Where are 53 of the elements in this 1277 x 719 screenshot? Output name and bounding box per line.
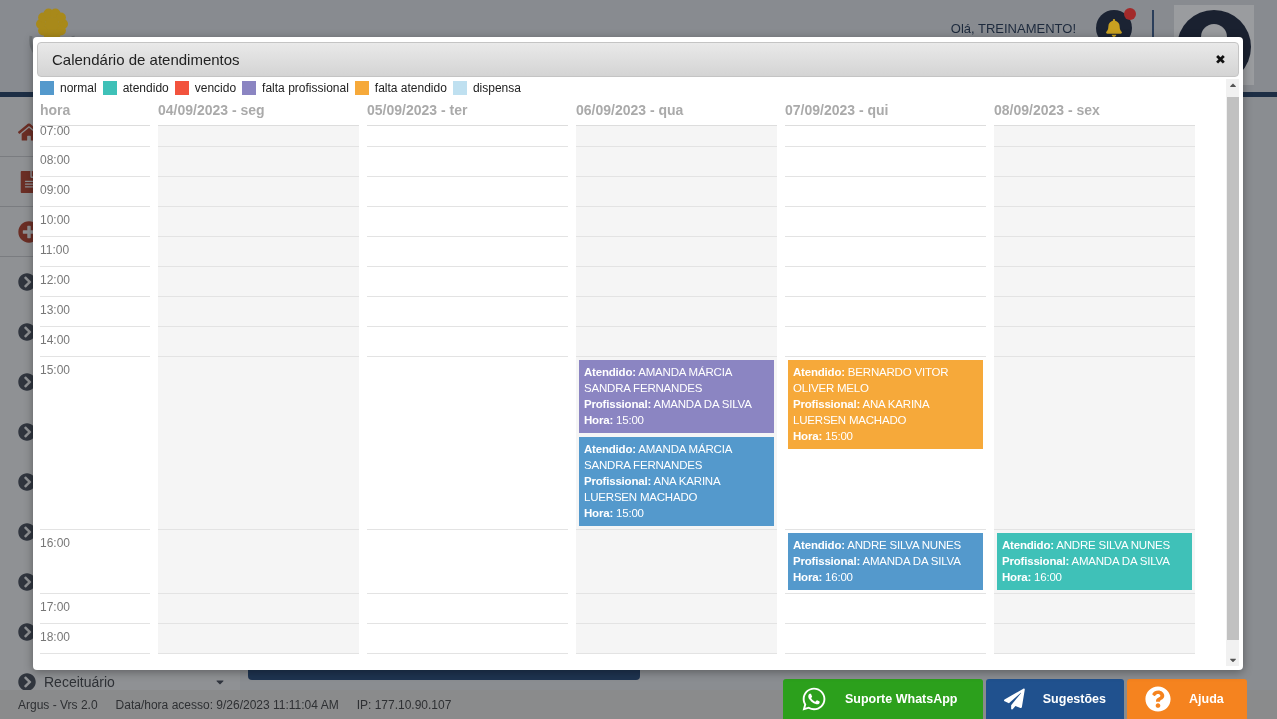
hour-label: 09:00 — [40, 183, 72, 197]
legend-label: falta profissional — [262, 81, 349, 95]
appointment-detail: Atendido: ANDRE SILVA NUNES — [1002, 538, 1171, 553]
hour-label: 07:00 — [40, 124, 72, 138]
appointment-card[interactable]: Atendido: ANDRE SILVA NUNES Profissional: AMANDA DA SILVA Hora: 16:00 — [788, 533, 983, 590]
suggestions-button[interactable]: Sugestões — [986, 679, 1124, 719]
hour-label: 17:00 — [40, 600, 72, 614]
paper-plane-icon — [1004, 687, 1025, 711]
dialog-title: Calendário de atendimentos — [52, 51, 240, 68]
status-text: IP: 177.10.90.107 — [356, 697, 452, 712]
hour-label: 12:00 — [40, 273, 72, 287]
legend-label: vencido — [194, 81, 237, 95]
appointment-card[interactable]: Atendido: AMANDA MÁRCIA SANDRA FERNANDES Profissional: AMANDA DA SILVA Hora: 15:00 — [579, 360, 774, 433]
legend-label: falta atendido — [374, 81, 447, 95]
appointment-detail: Hora: 15:00 — [793, 429, 854, 444]
appointment-detail: Atendido: AMANDA MÁRCIA SANDRA FERNANDES — [584, 442, 734, 473]
legend-label: normal — [60, 81, 97, 95]
help-button[interactable]: Ajuda — [1127, 679, 1247, 719]
whatsapp-icon — [801, 686, 827, 712]
legend-label: dispensa — [472, 81, 521, 95]
appointment-detail: Profissional: ANA KARINA LUERSEN MACHADO — [584, 474, 722, 505]
appointment-detail: Atendido: ANDRE SILVA NUNES — [793, 538, 962, 553]
hour-label: 10:00 — [40, 213, 72, 227]
appointment-detail: Hora: 15:00 — [584, 413, 645, 428]
appointment-card[interactable]: Atendido: AMANDA MÁRCIA SANDRA FERNANDES Profissional: ANA KARINA LUERSEN MACHADO Hora: 15:00 — [579, 437, 774, 526]
appointment-detail: Atendido: AMANDA MÁRCIA SANDRA FERNANDES — [584, 365, 734, 396]
status-text: Data/hora acesso: 9/26/2023 11:11:04 AM — [115, 697, 339, 712]
hour-label: 13:00 — [40, 303, 72, 317]
hour-label: 08:00 — [40, 153, 72, 167]
appointment-detail: Hora: 16:00 — [793, 570, 854, 585]
appointment-card[interactable]: Atendido: BERNARDO VITOR OLIVER MELO Profissional: ANA KARINA LUERSEN MACHADO Hora: 15:00 — [788, 360, 983, 449]
hour-label: 16:00 — [40, 536, 72, 550]
sidebar-item[interactable]: Receituário — [0, 657, 240, 690]
appointment-detail: Hora: 16:00 — [1002, 570, 1063, 585]
appointment-detail: Hora: 15:00 — [584, 506, 645, 521]
bell-icon — [1105, 19, 1123, 37]
hour-label: 18:00 — [40, 630, 72, 644]
hour-label: 11:00 — [40, 243, 71, 257]
appointment-detail: Profissional: AMANDA DA SILVA — [1002, 554, 1171, 569]
help-icon — [1145, 686, 1171, 712]
appointment-detail: Atendido: BERNARDO VITOR OLIVER MELO — [793, 365, 950, 396]
appointment-detail: Profissional: AMANDA DA SILVA — [793, 554, 962, 569]
status-text: Argus - Vrs 2.0 — [18, 697, 98, 712]
greeting-text: Olá, TREINAMENTO! — [950, 21, 1076, 36]
hour-label: 14:00 — [40, 333, 72, 347]
close-button[interactable]: ✖ — [1215, 52, 1226, 67]
appointment-card[interactable]: Atendido: ANDRE SILVA NUNES Profissional: AMANDA DA SILVA Hora: 16:00 — [997, 533, 1192, 590]
appointment-detail: Profissional: AMANDA DA SILVA — [584, 397, 753, 412]
hour-label: 15:00 — [40, 363, 72, 377]
column-header: hora — [40, 101, 150, 126]
appointment-detail: Profissional: ANA KARINA LUERSEN MACHADO — [793, 397, 931, 428]
legend-label: atendido — [122, 81, 169, 95]
whatsapp-button[interactable]: Suporte WhatsApp — [783, 679, 983, 719]
